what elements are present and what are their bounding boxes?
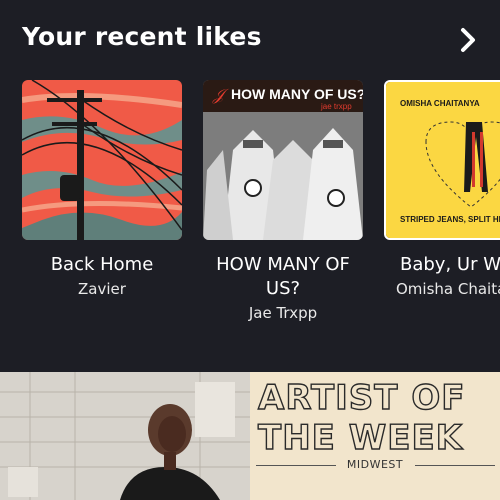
banner-headline-line1: ARTIST OF <box>257 377 466 418</box>
cover-art <box>22 80 182 240</box>
section-header: Your recent likes <box>0 0 500 80</box>
banner-headline-line2: THE WEEK <box>257 417 464 458</box>
artist-photo[interactable] <box>0 372 250 500</box>
next-button[interactable] <box>452 24 484 56</box>
divider <box>415 465 495 466</box>
track-card[interactable]: OMISHA CHAITANYA STRIPED JEANS, SPLIT HE… <box>384 80 500 300</box>
recent-likes-carousel[interactable]: Back Home Zavier 𝒥 HOW MANY OF US? jae t… <box>0 80 500 340</box>
track-card[interactable]: 𝒥 HOW MANY OF US? jae trxpp HOW MANY OF … <box>203 80 363 324</box>
track-title: Baby, Ur Wa <box>400 254 500 275</box>
cover-art: OMISHA CHAITANYA STRIPED JEANS, SPLIT HE <box>384 80 500 240</box>
chevron-right-icon <box>461 28 475 52</box>
promo-banner[interactable]: ARTIST OF THE WEEK MIDWEST <box>0 372 500 500</box>
track-artist: Jae Trxpp <box>248 304 318 322</box>
cover-top-text: OMISHA CHAITANYA <box>400 99 480 108</box>
cover-subtitle-text: jae trxpp <box>320 102 352 111</box>
cover-bottom-text: STRIPED JEANS, SPLIT HE <box>400 215 500 224</box>
cover-title-text: HOW MANY OF US? <box>231 86 363 102</box>
cover-art: 𝒥 HOW MANY OF US? jae trxpp <box>203 80 363 240</box>
artist-of-week-banner[interactable]: ARTIST OF THE WEEK MIDWEST <box>250 372 500 500</box>
track-card[interactable]: Back Home Zavier <box>22 80 182 300</box>
track-title: HOW MANY OF US? <box>216 254 350 299</box>
track-artist: Omisha Chaita <box>396 280 500 298</box>
track-title: Back Home <box>50 254 154 275</box>
track-artist: Zavier <box>78 280 126 298</box>
section-title: Your recent likes <box>22 22 262 51</box>
